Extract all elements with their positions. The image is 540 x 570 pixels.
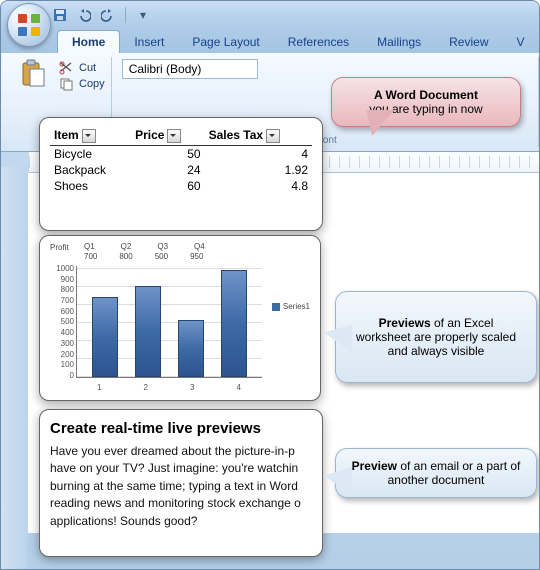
th-tax[interactable]: Sales Tax: [205, 126, 312, 145]
chart-profit-label: Profit: [50, 243, 69, 252]
quick-access-toolbar: ▾: [1, 1, 539, 29]
preview-panel-document[interactable]: Create real-time live previews Have you …: [39, 409, 323, 557]
ribbon-tabs: Home Insert Page Layout References Maili…: [1, 29, 539, 53]
font-name-value: Calibri (Body): [129, 62, 202, 76]
redo-icon[interactable]: [99, 6, 117, 24]
tab-mailings[interactable]: Mailings: [363, 31, 435, 53]
filter-drop-icon[interactable]: [266, 129, 280, 143]
bar-chart: Profit Q1Q2Q3Q4 700800500950 10009008007…: [48, 242, 312, 394]
copy-button[interactable]: Copy: [59, 77, 105, 91]
qat-customize-icon[interactable]: ▾: [134, 6, 152, 24]
chart-bar: [92, 297, 118, 377]
paste-icon: [19, 59, 47, 87]
cut-label: Cut: [79, 62, 96, 74]
th-price[interactable]: Price: [131, 126, 204, 145]
table-row: Backpack241.92: [50, 162, 312, 178]
tab-view-cut[interactable]: V: [503, 31, 539, 53]
tab-references[interactable]: References: [274, 31, 363, 53]
undo-icon[interactable]: [75, 6, 93, 24]
copy-icon: [59, 77, 75, 91]
table-row: Shoes604.8: [50, 178, 312, 194]
chart-bar: [135, 286, 161, 377]
cut-button[interactable]: Cut: [59, 61, 105, 75]
tab-review[interactable]: Review: [435, 31, 502, 53]
tab-home[interactable]: Home: [57, 30, 120, 53]
save-icon[interactable]: [51, 6, 69, 24]
preview-table: Item Price Sales Tax Bicycle504 Backpack…: [50, 126, 312, 194]
copy-label: Copy: [79, 78, 105, 90]
preview-panel-table[interactable]: Item Price Sales Tax Bicycle504 Backpack…: [39, 117, 323, 231]
doc-preview-body: Have you ever dreamed about the picture-…: [50, 443, 312, 530]
th-item[interactable]: Item: [50, 126, 131, 145]
chart-legend: Series1: [272, 302, 310, 311]
vertical-ruler[interactable]: [1, 167, 27, 569]
word-window: ▾ Home Insert Page Layout References Mai…: [0, 0, 540, 570]
office-button[interactable]: [7, 3, 51, 47]
filter-drop-icon[interactable]: [82, 129, 96, 143]
filter-drop-icon[interactable]: [167, 129, 181, 143]
tab-page-layout[interactable]: Page Layout: [178, 31, 273, 53]
chart-bar: [178, 320, 204, 378]
office-logo-icon: [18, 14, 40, 36]
qat-separator: [125, 7, 126, 23]
chart-q-values: 700800500950: [48, 252, 312, 261]
preview-panel-chart[interactable]: Profit Q1Q2Q3Q4 700800500950 10009008007…: [39, 235, 321, 401]
tab-insert[interactable]: Insert: [120, 31, 178, 53]
callout-email-preview: Preview of an email or a part of another…: [335, 448, 537, 498]
chart-bar: [221, 270, 247, 377]
scissors-icon: [59, 61, 75, 75]
chart-y-axis: 10009008007006005004003002001000: [52, 264, 74, 380]
font-name-selector[interactable]: Calibri (Body): [122, 59, 258, 79]
callout-excel-previews: Previews of an Excel worksheet are prope…: [335, 291, 537, 383]
chart-x-axis: 1234: [76, 383, 262, 392]
table-row: Bicycle504: [50, 145, 312, 162]
callout-word-doc: A Word Document you are typing in now: [331, 77, 521, 127]
chart-plot-area: [76, 266, 262, 378]
chart-q-labels: Q1Q2Q3Q4: [48, 242, 312, 251]
doc-preview-title: Create real-time live previews: [50, 420, 312, 437]
